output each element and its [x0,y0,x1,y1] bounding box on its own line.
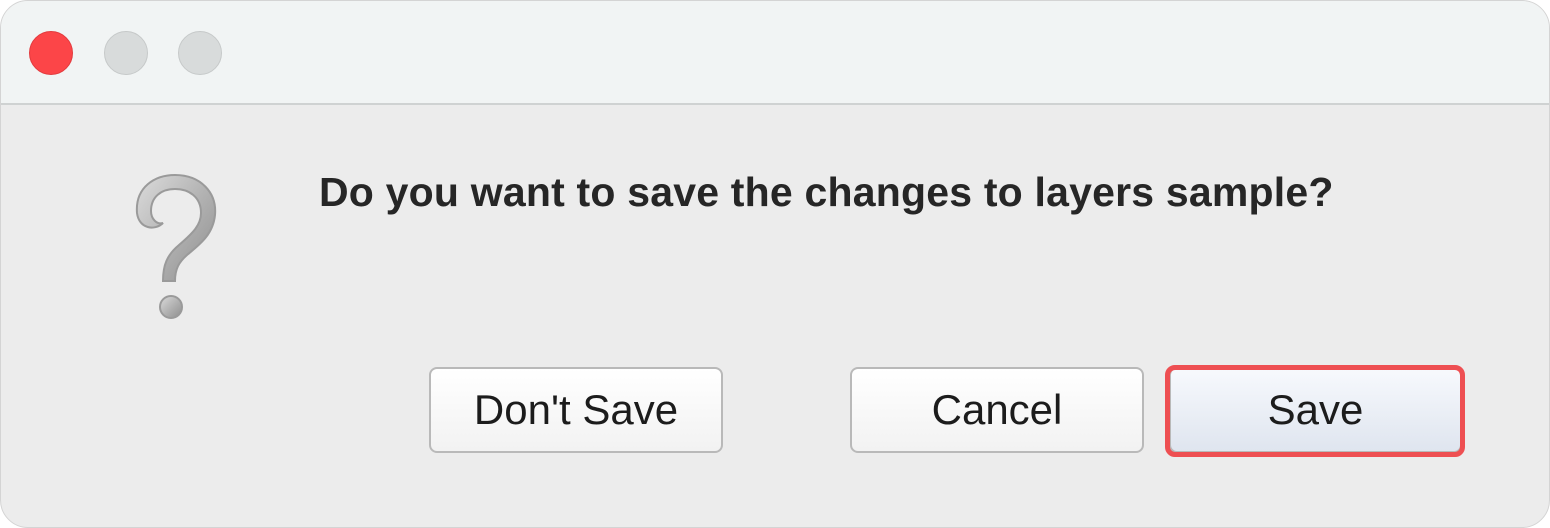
title-bar [1,1,1549,105]
cancel-button[interactable]: Cancel [850,367,1144,453]
save-dialog-window: Do you want to save the changes to layer… [0,0,1550,528]
close-window-button[interactable] [29,31,73,75]
dialog-message: Do you want to save the changes to layer… [319,169,1334,215]
question-mark-icon [135,173,217,319]
zoom-window-button[interactable] [178,31,222,75]
save-button-highlight [1165,365,1465,457]
minimize-window-button[interactable] [104,31,148,75]
dont-save-button[interactable]: Don't Save [429,367,723,453]
